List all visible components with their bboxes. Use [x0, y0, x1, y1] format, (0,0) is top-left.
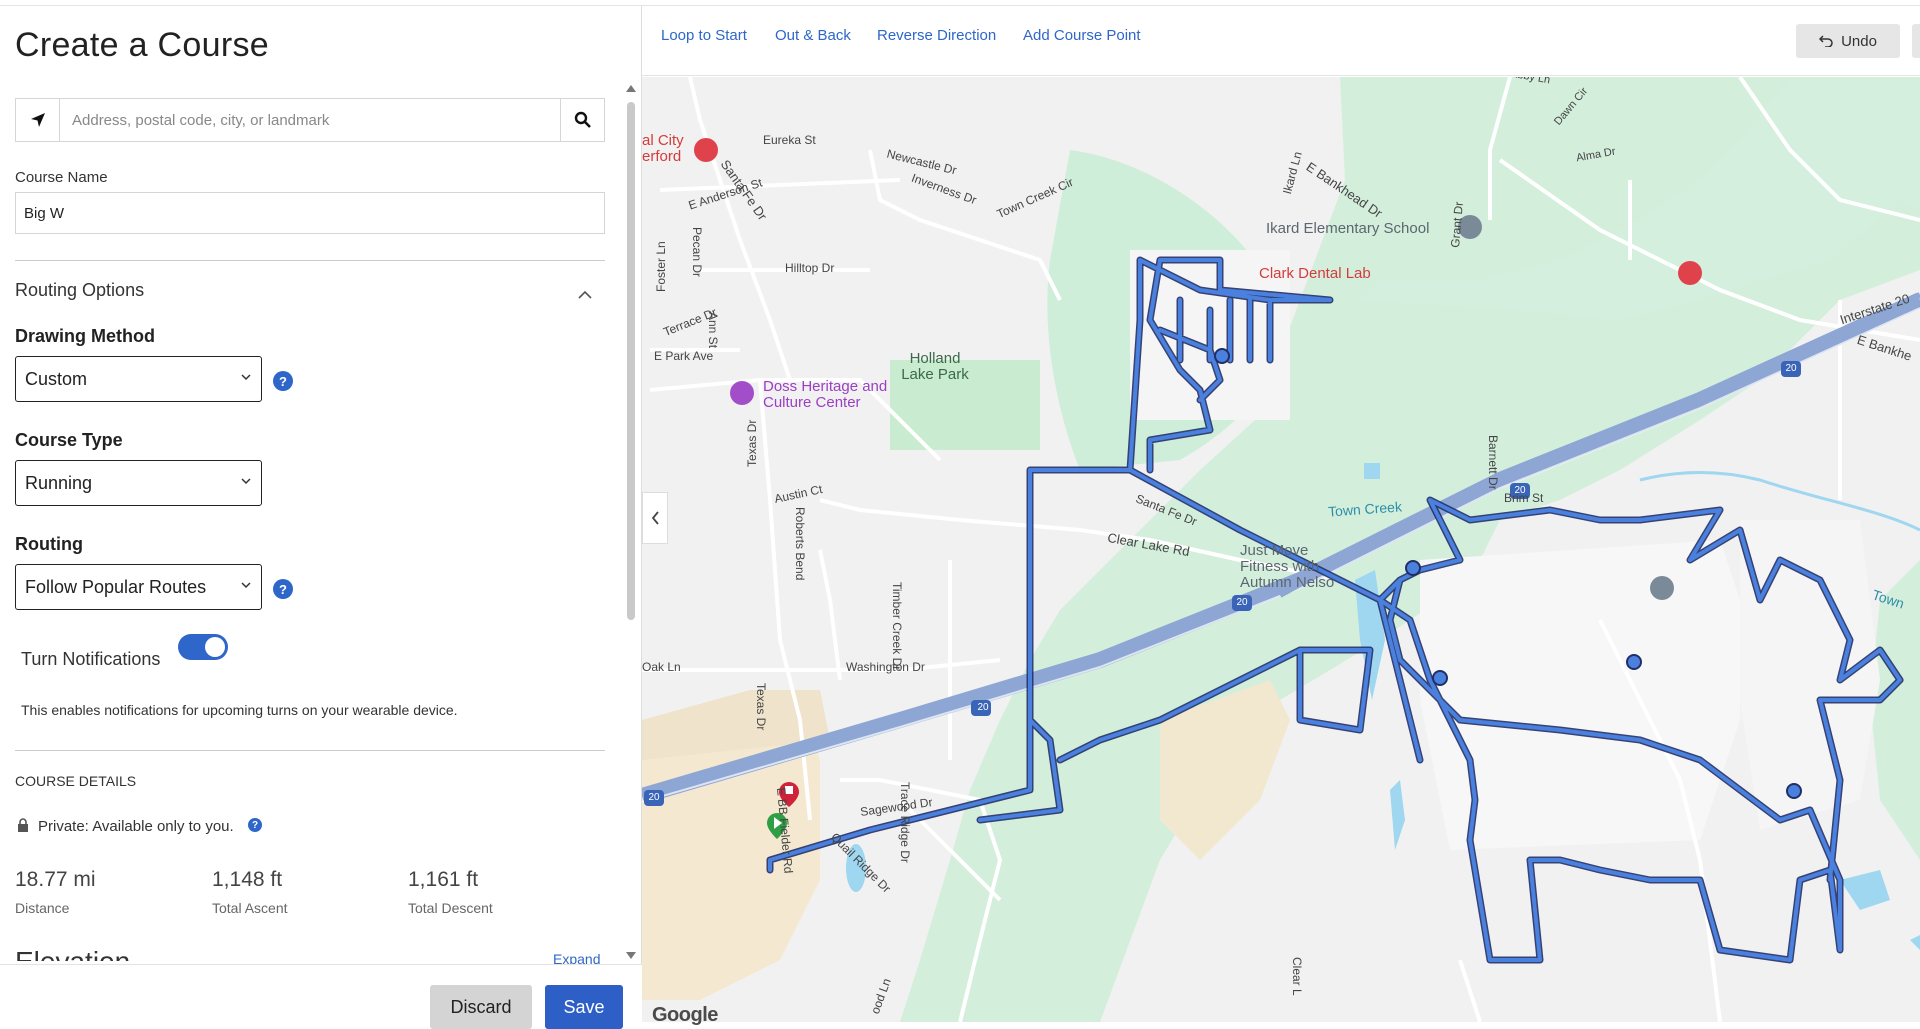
descent-label: Total Descent [408, 900, 493, 916]
drawing-method-label: Drawing Method [15, 326, 155, 346]
elevation-heading: Elevation [15, 941, 130, 961]
course-name-field[interactable]: Big W [15, 192, 605, 234]
discard-button[interactable]: Discard [430, 985, 532, 1029]
divider [15, 260, 605, 261]
map-canvas[interactable] [642, 77, 1920, 1022]
course-map[interactable]: al City erford Eureka St Santa Fe Dr New… [642, 77, 1920, 1022]
scroll-down-icon[interactable] [626, 952, 636, 960]
chevron-down-icon [241, 374, 251, 381]
turn-notifications-toggle[interactable] [178, 634, 228, 660]
drawing-method-value: Custom [25, 369, 88, 389]
map-toolbar: Loop to Start Out & Back Reverse Directi… [642, 6, 1920, 76]
drawing-method-select[interactable]: Custom [15, 356, 262, 402]
create-course-panel: Create a Course Course Name Big W Routin… [0, 6, 642, 1029]
undo-button[interactable]: Undo [1796, 24, 1900, 58]
location-arrow-icon [30, 113, 45, 127]
routing-help-icon[interactable]: ? [273, 579, 293, 599]
drawing-method-help-icon[interactable]: ? [273, 371, 293, 391]
out-and-back-link[interactable]: Out & Back [775, 27, 851, 44]
course-type-select[interactable]: Running [15, 460, 262, 506]
scrollbar-thumb[interactable] [627, 102, 635, 620]
chevron-up-icon[interactable] [578, 290, 592, 300]
undo-icon [1819, 35, 1833, 47]
panel-scrollbar[interactable] [624, 82, 640, 962]
privacy-help-icon[interactable]: ? [248, 818, 262, 832]
turn-notifications-label: Turn Notifications [21, 649, 161, 669]
routing-select[interactable]: Follow Popular Routes [15, 564, 262, 610]
toggle-knob [205, 637, 225, 657]
search-icon [574, 111, 591, 128]
course-type-value: Running [25, 473, 93, 493]
course-details-heading: COURSE DETAILS [15, 773, 137, 789]
chevron-left-icon [651, 511, 659, 525]
lock-icon [18, 818, 28, 832]
collapse-panel-button[interactable] [642, 492, 668, 544]
add-course-point-link[interactable]: Add Course Point [1023, 27, 1141, 44]
course-type-label: Course Type [15, 430, 123, 450]
routing-value: Follow Popular Routes [25, 577, 207, 597]
distance-value: 18.77 mi [15, 868, 96, 891]
ascent-label: Total Ascent [212, 900, 288, 916]
save-button[interactable]: Save [545, 985, 623, 1029]
search-button[interactable] [560, 99, 604, 141]
chevron-down-icon [241, 478, 251, 485]
chevron-down-icon [241, 582, 251, 589]
location-search [15, 98, 605, 142]
search-input[interactable] [60, 99, 560, 141]
course-name-label: Course Name [15, 169, 108, 186]
routing-label: Routing [15, 534, 83, 554]
turn-notifications-description: This enables notifications for upcoming … [21, 702, 458, 718]
routing-options-heading[interactable]: Routing Options [15, 280, 144, 301]
undo-label: Undo [1841, 32, 1877, 50]
descent-value: 1,161 ft [408, 868, 479, 891]
privacy-text: Private: Available only to you. [38, 818, 234, 835]
locate-me-button[interactable] [16, 99, 60, 141]
redo-button[interactable] [1912, 24, 1920, 58]
loop-to-start-link[interactable]: Loop to Start [661, 27, 747, 44]
page-title: Create a Course [15, 26, 269, 64]
divider [15, 750, 605, 751]
google-logo: Google [652, 1004, 718, 1026]
reverse-direction-link[interactable]: Reverse Direction [877, 27, 996, 44]
scroll-up-icon[interactable] [626, 84, 636, 92]
ascent-value: 1,148 ft [212, 868, 283, 891]
panel-footer: Discard Save [0, 964, 642, 1029]
distance-label: Distance [15, 900, 70, 916]
